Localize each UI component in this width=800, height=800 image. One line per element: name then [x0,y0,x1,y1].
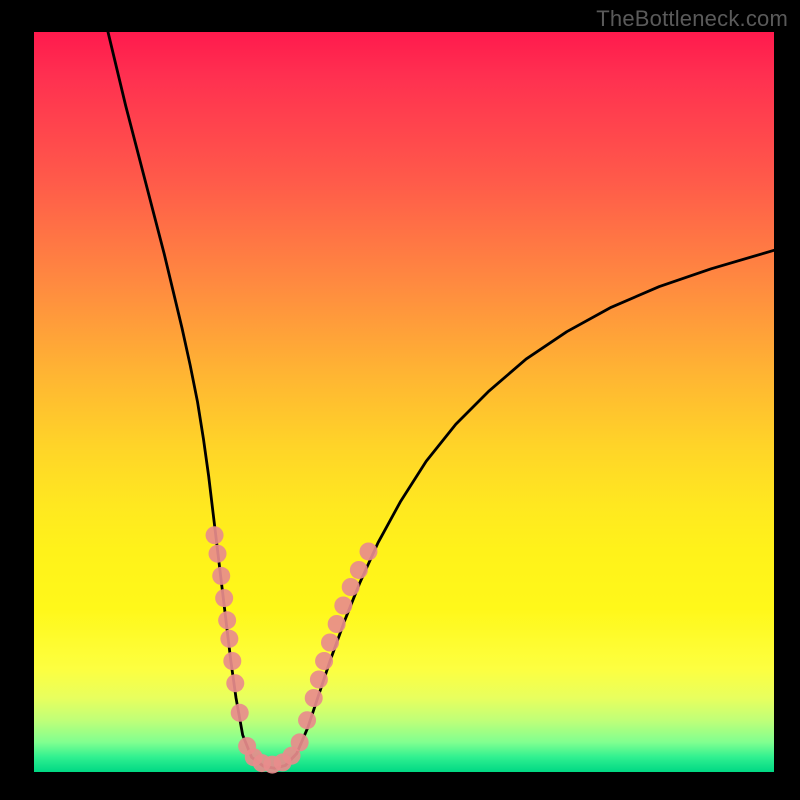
data-point [215,589,233,607]
chart-frame: TheBottleneck.com [0,0,800,800]
chart-svg [34,32,774,772]
data-point [220,630,238,648]
data-point [218,611,236,629]
data-point [231,704,249,722]
plot-area [34,32,774,772]
data-point [209,545,227,563]
data-point [350,561,368,579]
data-point [206,526,224,544]
data-point [334,597,352,615]
data-point [305,689,323,707]
bottleneck-curve [108,32,774,768]
data-point [315,652,333,670]
data-point [321,634,339,652]
data-point [328,615,346,633]
data-point [212,567,230,585]
data-point [298,711,316,729]
data-point [342,578,360,596]
data-point [226,674,244,692]
data-point [291,733,309,751]
watermark-text: TheBottleneck.com [596,6,788,32]
data-point [223,652,241,670]
data-point [310,671,328,689]
data-point [359,542,377,560]
